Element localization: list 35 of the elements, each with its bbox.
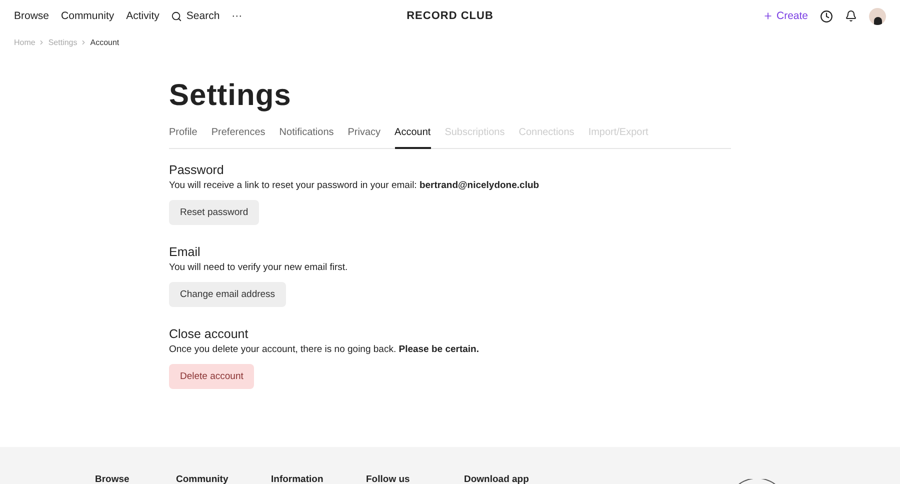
footer-heading: Browse <box>95 474 130 484</box>
nav-link[interactable]: Browse <box>14 10 50 22</box>
section-heading: Password <box>169 163 225 177</box>
logo: RECORD CLUB <box>406 10 494 22</box>
tab[interactable]: Profile <box>169 127 198 149</box>
footer-heading: Community <box>176 474 230 484</box>
tab[interactable]: Notifications <box>279 127 334 149</box>
section-heading: Close account <box>169 327 250 341</box>
more-link[interactable]: ··· <box>232 10 242 22</box>
plus-icon <box>763 11 774 21</box>
delete-button[interactable]: Delete account <box>169 364 254 389</box>
search-icon <box>171 10 182 22</box>
section-description: Once you delete your account, there is no going back. Please be certain. <box>169 344 480 355</box>
footer-heading: Download app <box>464 474 530 484</box>
section-heading: Email <box>169 245 202 259</box>
tab[interactable]: Preferences <box>211 127 266 149</box>
tab[interactable]: Account <box>394 127 431 149</box>
footer-heading: Information <box>271 474 324 484</box>
create-link[interactable]: Create <box>763 10 808 22</box>
nav-link[interactable]: Community <box>61 10 114 22</box>
footer-heading: Follow us <box>366 474 411 484</box>
tab[interactable]: Privacy <box>348 127 381 149</box>
section-description: You will need to verify your new email first. <box>169 262 349 273</box>
section-description: You will receive a link to reset your password in your email: bertrand@nicelydone.club <box>169 180 540 191</box>
action-button[interactable]: Reset password <box>169 200 260 225</box>
breadcrumb-link[interactable]: Account <box>90 38 120 47</box>
search-link[interactable]: Search <box>171 10 220 22</box>
chevron-icon <box>80 39 88 46</box>
chevron-icon <box>38 39 46 46</box>
notifications-icon[interactable] <box>845 10 857 22</box>
page-title: Settings <box>169 79 292 113</box>
clock-icon[interactable] <box>820 10 833 22</box>
avatar[interactable] <box>869 8 886 24</box>
action-button[interactable]: Change email address <box>169 282 286 307</box>
nav-link[interactable]: Activity <box>126 10 160 22</box>
